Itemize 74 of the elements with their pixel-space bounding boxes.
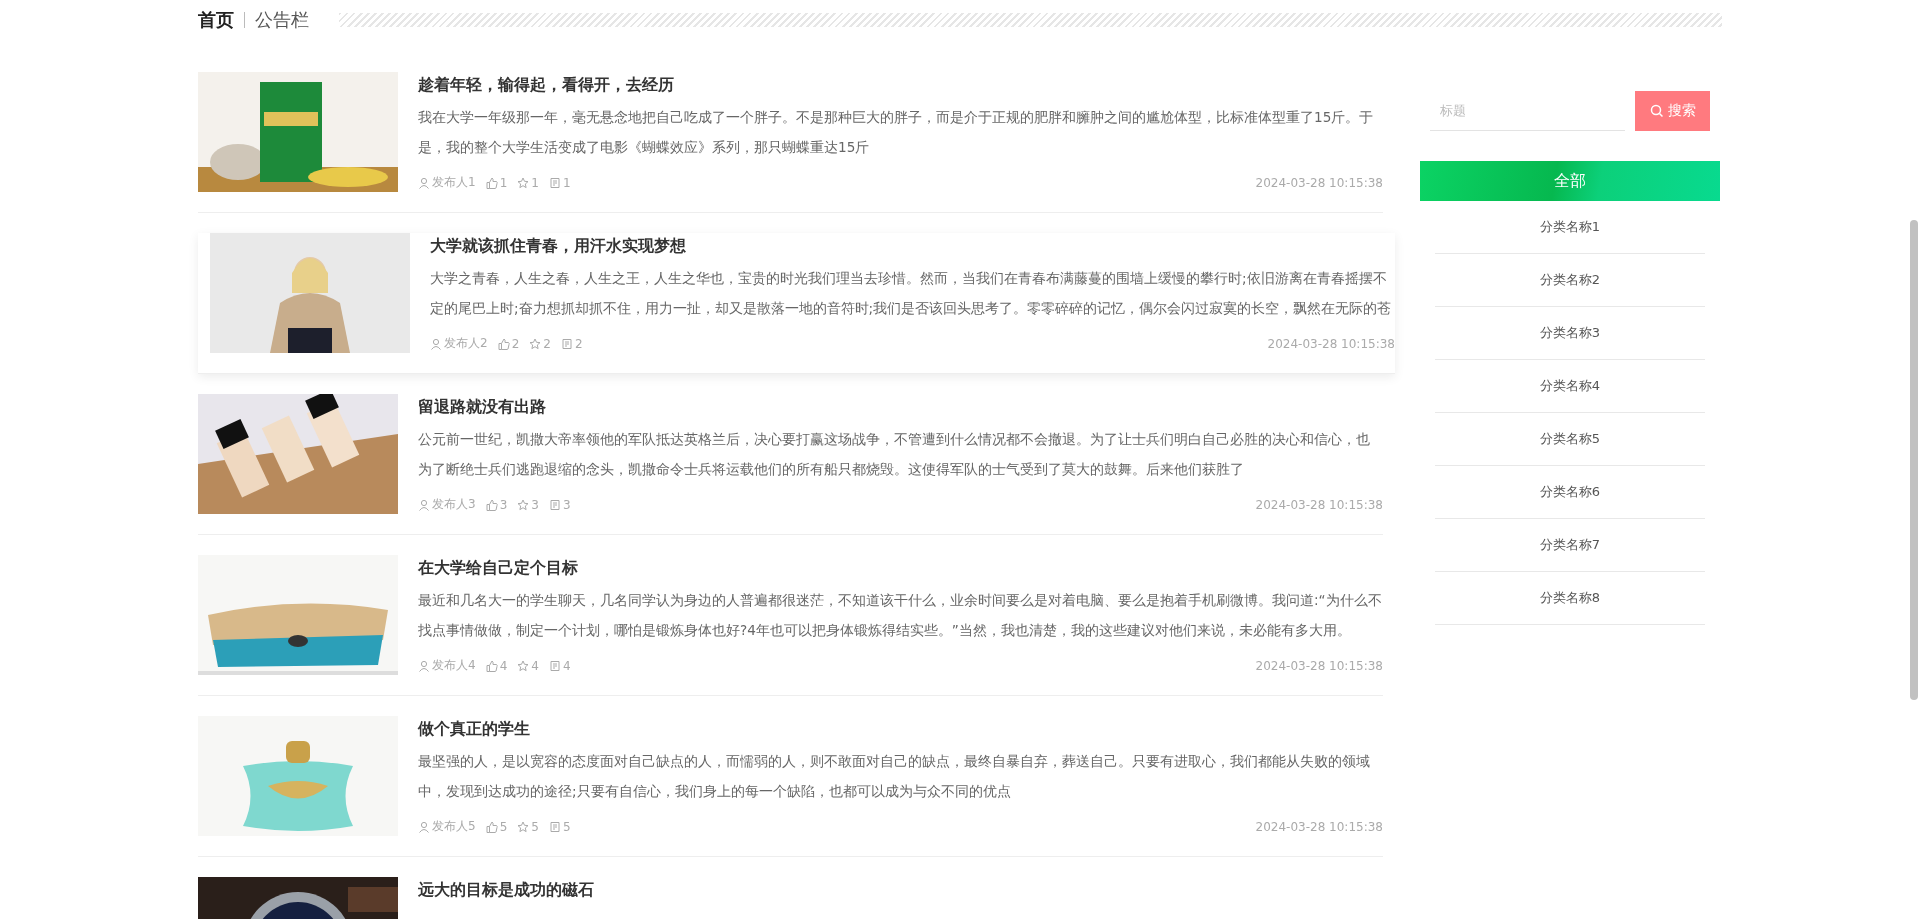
- favorite-count: 2: [543, 336, 551, 351]
- article-card[interactable]: 做个真正的学生 最坚强的人，是以宽容的态度面对自己缺点的人，而懦弱的人，则不敢面对自己的缺点，最终自暴自弃，葬送自己。只要有进取心，我们都能从失败的领域中，发现到达成功的途径;只要有自信心，我们身上的每一个缺陷，也都可以成为与众不同的优点 发布人5 5 5 5 2024-03-28 10:15:38: [198, 716, 1383, 857]
- publish-time: 2024-03-28 10:15:38: [1255, 819, 1383, 834]
- comment-count: 3: [562, 497, 571, 512]
- article-card[interactable]: 趁着年轻，输得起，看得开，去经历 我在大学一年级那一年，毫无悬念地把自己吃成了一个胖子。不是那种巨大的胖子，而是介于正规的肥胖和臃肿之间的尴尬体型，比标准体型重了15斤。于是，我的整个大学生活变成了电影《蝴蝶效应》系列，那只蝴蝶重达15斤 发布人1 1 1 1 2024-03-28 10:15:38: [198, 72, 1383, 213]
- like-count: 2: [511, 336, 520, 351]
- author-name: 发布人5: [432, 818, 476, 835]
- breadcrumb-link[interactable]: 公告栏: [255, 8, 309, 32]
- comment-icon: [560, 337, 573, 350]
- category-item[interactable]: 分类名称8: [1435, 572, 1705, 625]
- thumbs-up-icon: [485, 659, 498, 672]
- category-item[interactable]: 分类名称3: [1435, 307, 1705, 360]
- article-excerpt: 大学之青春，人生之春，人生之王，人生之华也，宝贵的时光我们理当去珍惜。然而，当我们在青春布满藤蔓的围墙上缓慢的攀行时;依旧游离在青春摇摆不定的尾巴上时;奋力想抓却抓不住，用力一扯，却又是散落一地的音符时;我们是否该回头思考了。零零碎碎的记忆，偶尔会闪过寂寞的长空，飘然在无际的苍: [430, 269, 1393, 318]
- article-card[interactable]: 在大学给自己定个目标 最近和几名大一的学生聊天，几名同学认为身边的人普遍都很迷茫，不知道该干什么，业余时间要么是对着电脑、要么是抱着手机刷微博。我问道:“为什么不找点事情做做，制定一个计划，哪怕是锻炼身体也好?4年也可以把身体锻炼得结实些。”当然，我也清楚，我的这些建议对他们来说，未必能有多大用。 发布人4 4 4 4 2024-03-28 10:15:38: [198, 555, 1383, 696]
- comment-icon: [548, 659, 561, 672]
- user-icon: [418, 659, 430, 672]
- favorite-count: 5: [531, 819, 539, 834]
- author-name: 发布人3: [432, 496, 476, 513]
- article-excerpt: 我在大学一年级那一年，毫无悬念地把自己吃成了一个胖子。不是那种巨大的胖子，而是介于正规的肥胖和臃肿之间的尴尬体型，比标准体型重了15斤。于是，我的整个大学生活变成了电影《蝴蝶效应》系列，那只蝴蝶重达15斤: [418, 108, 1375, 157]
- user-icon: [430, 337, 442, 350]
- article-excerpt: 公元前一世纪，凯撒大帝率领他的军队抵达英格兰后，决心要打赢这场战争，不管遭到什么情况都不会撤退。为了让士兵们明白自己必胜的决心和信心，也为了断绝士兵们逃跑退缩的念头，凯撒命令士兵将运载他们的所有船只都烧毁。这使得军队的士气受到了莫大的鼓舞。后来他们获胜了: [418, 430, 1371, 479]
- article-card[interactable]: 远大的目标是成功的磁石: [198, 877, 1383, 919]
- article-excerpt: 最近和几名大一的学生聊天，几名同学认为身边的人普遍都很迷茫，不知道该干什么，业余时间要么是对着电脑、要么是抱着手机刷微博。我问道:“为什么不找点事情做做，制定一个计划，哪怕是锻炼身体也好?4年也可以把身体锻炼得结实些。”当然，我也清楚，我的这些建议对他们来说，未必能有多大用。: [418, 591, 1383, 640]
- category-item[interactable]: 分类名称6: [1435, 466, 1705, 519]
- article-title[interactable]: 趁着年轻，输得起，看得开，去经历: [418, 75, 1383, 96]
- comment-icon: [548, 820, 561, 833]
- article-title[interactable]: 留退路就没有出路: [418, 397, 1383, 418]
- favorite-count: 3: [531, 497, 539, 512]
- author-name: 发布人1: [432, 174, 476, 191]
- publish-time: 2024-03-28 10:15:38: [1267, 336, 1395, 351]
- thumbs-up-icon: [485, 498, 498, 511]
- category-item[interactable]: 分类名称7: [1435, 519, 1705, 572]
- category-item[interactable]: 分类名称4: [1435, 360, 1705, 413]
- article-title[interactable]: 做个真正的学生: [418, 719, 1383, 740]
- publish-time: 2024-03-28 10:15:38: [1255, 175, 1383, 190]
- favorite-count: 4: [531, 658, 539, 673]
- author-name: 发布人4: [432, 657, 476, 674]
- like-count: 4: [499, 658, 508, 673]
- author-name: 发布人2: [444, 335, 488, 352]
- article-card[interactable]: 留退路就没有出路 公元前一世纪，凯撒大帝率领他的军队抵达英格兰后，决心要打赢这场战争，不管遭到什么情况都不会撤退。为了让士兵们明白自己必胜的决心和信心，也为了断绝士兵们逃跑退缩的念头，凯撒命令士兵将运载他们的所有船只都烧毁。这使得军队的士气受到了莫大的鼓舞。后来他们获胜了 发布人3 3 3 3 2024-03-28 10:15:38: [198, 394, 1383, 535]
- thumbs-up-icon: [485, 820, 498, 833]
- article-title[interactable]: 大学就该抓住青春，用汗水实现梦想: [430, 236, 1395, 257]
- publish-time: 2024-03-28 10:15:38: [1255, 658, 1383, 673]
- star-icon: [517, 176, 530, 189]
- comment-count: 4: [562, 658, 571, 673]
- thumbs-up-icon: [485, 176, 498, 189]
- comment-icon: [548, 176, 561, 189]
- scrollbar-thumb[interactable]: [1910, 220, 1918, 700]
- user-icon: [418, 498, 430, 511]
- like-count: 1: [499, 175, 508, 190]
- star-icon: [517, 498, 530, 511]
- publish-time: 2024-03-28 10:15:38: [1255, 497, 1383, 512]
- like-count: 3: [499, 497, 508, 512]
- thumbs-up-icon: [497, 337, 510, 350]
- article-title[interactable]: 远大的目标是成功的磁石: [418, 880, 1383, 901]
- category-item[interactable]: 分类名称2: [1435, 254, 1705, 307]
- like-count: 5: [499, 819, 508, 834]
- search-icon: [1649, 103, 1664, 118]
- star-icon: [529, 337, 542, 350]
- comment-count: 2: [574, 336, 583, 351]
- article-excerpt: 最坚强的人，是以宽容的态度面对自己缺点的人，而懦弱的人，则不敢面对自己的缺点，最终自暴自弃，葬送自己。只要有进取心，我们都能从失败的领域中，发现到达成功的途径;只要有自信心，我们身上的每一个缺陷，也都可以成为与众不同的优点: [418, 752, 1371, 801]
- category-item[interactable]: 分类名称1: [1435, 201, 1705, 254]
- article-title[interactable]: 在大学给自己定个目标: [418, 558, 1383, 579]
- user-icon: [418, 176, 430, 189]
- star-icon: [517, 820, 530, 833]
- comment-count: 5: [562, 819, 571, 834]
- comment-count: 1: [562, 175, 571, 190]
- favorite-count: 1: [531, 175, 539, 190]
- breadcrumb-link[interactable]: 首页: [198, 8, 234, 32]
- category-item[interactable]: 分类名称5: [1435, 413, 1705, 466]
- comment-icon: [548, 498, 561, 511]
- star-icon: [517, 659, 530, 672]
- user-icon: [418, 820, 430, 833]
- article-card[interactable]: 大学就该抓住青春，用汗水实现梦想 大学之青春，人生之春，人生之王，人生之华也，宝贵的时光我们理当去珍惜。然而，当我们在青春布满藤蔓的围墙上缓慢的攀行时;依旧游离在青春摇摆不定的尾巴上时;奋力想抓却抓不住，用力一扯，却又是散落一地的音符时;我们是否该回头思考了。零零碎碎的记忆，偶尔会闪过寂寞的长空，飘然在无际的苍 发布人2 2 2 2 2024-03-28 10:15:38: [198, 233, 1395, 374]
